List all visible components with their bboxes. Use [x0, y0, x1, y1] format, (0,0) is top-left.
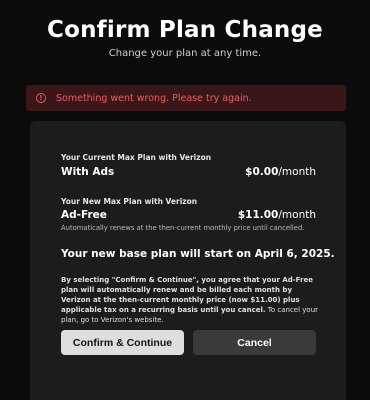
current-plan-price: $0.00/month [245, 166, 316, 178]
confirm-plan-page: Confirm Plan Change Change your plan at … [0, 0, 370, 400]
new-plan-name: Ad-Free [61, 209, 107, 221]
page-title: Confirm Plan Change [47, 17, 323, 43]
cancel-button[interactable]: Cancel [193, 330, 316, 355]
new-plan-amount: $11.00 [237, 209, 279, 221]
new-plan-price: $11.00/month [238, 209, 316, 221]
page-subtitle: Change your plan at any time. [108, 48, 262, 59]
error-message: Something went wrong. Please try again. [56, 92, 252, 104]
renewal-note: Automatically renews at the then-current… [61, 224, 305, 232]
confirm-continue-button[interactable]: Confirm & Continue [61, 330, 184, 355]
plan-start-text: Your new base plan will start on April 6… [61, 248, 335, 260]
error-banner: ! Something went wrong. Please try again… [26, 85, 346, 111]
current-plan-label: Your Current Max Plan with Verizon [61, 153, 212, 162]
current-plan-period: /month [278, 166, 316, 178]
error-circle-icon: ! [36, 93, 46, 103]
plan-card: Your Current Max Plan with Verizon With … [30, 121, 346, 400]
terms-text: By selecting "Confirm & Continue", you a… [61, 275, 323, 325]
new-plan-label: Your New Max Plan with Verizon [61, 197, 198, 206]
new-plan-period: /month [278, 209, 316, 221]
current-plan-amount: $0.00 [245, 166, 279, 178]
current-plan-name: With Ads [61, 166, 115, 178]
